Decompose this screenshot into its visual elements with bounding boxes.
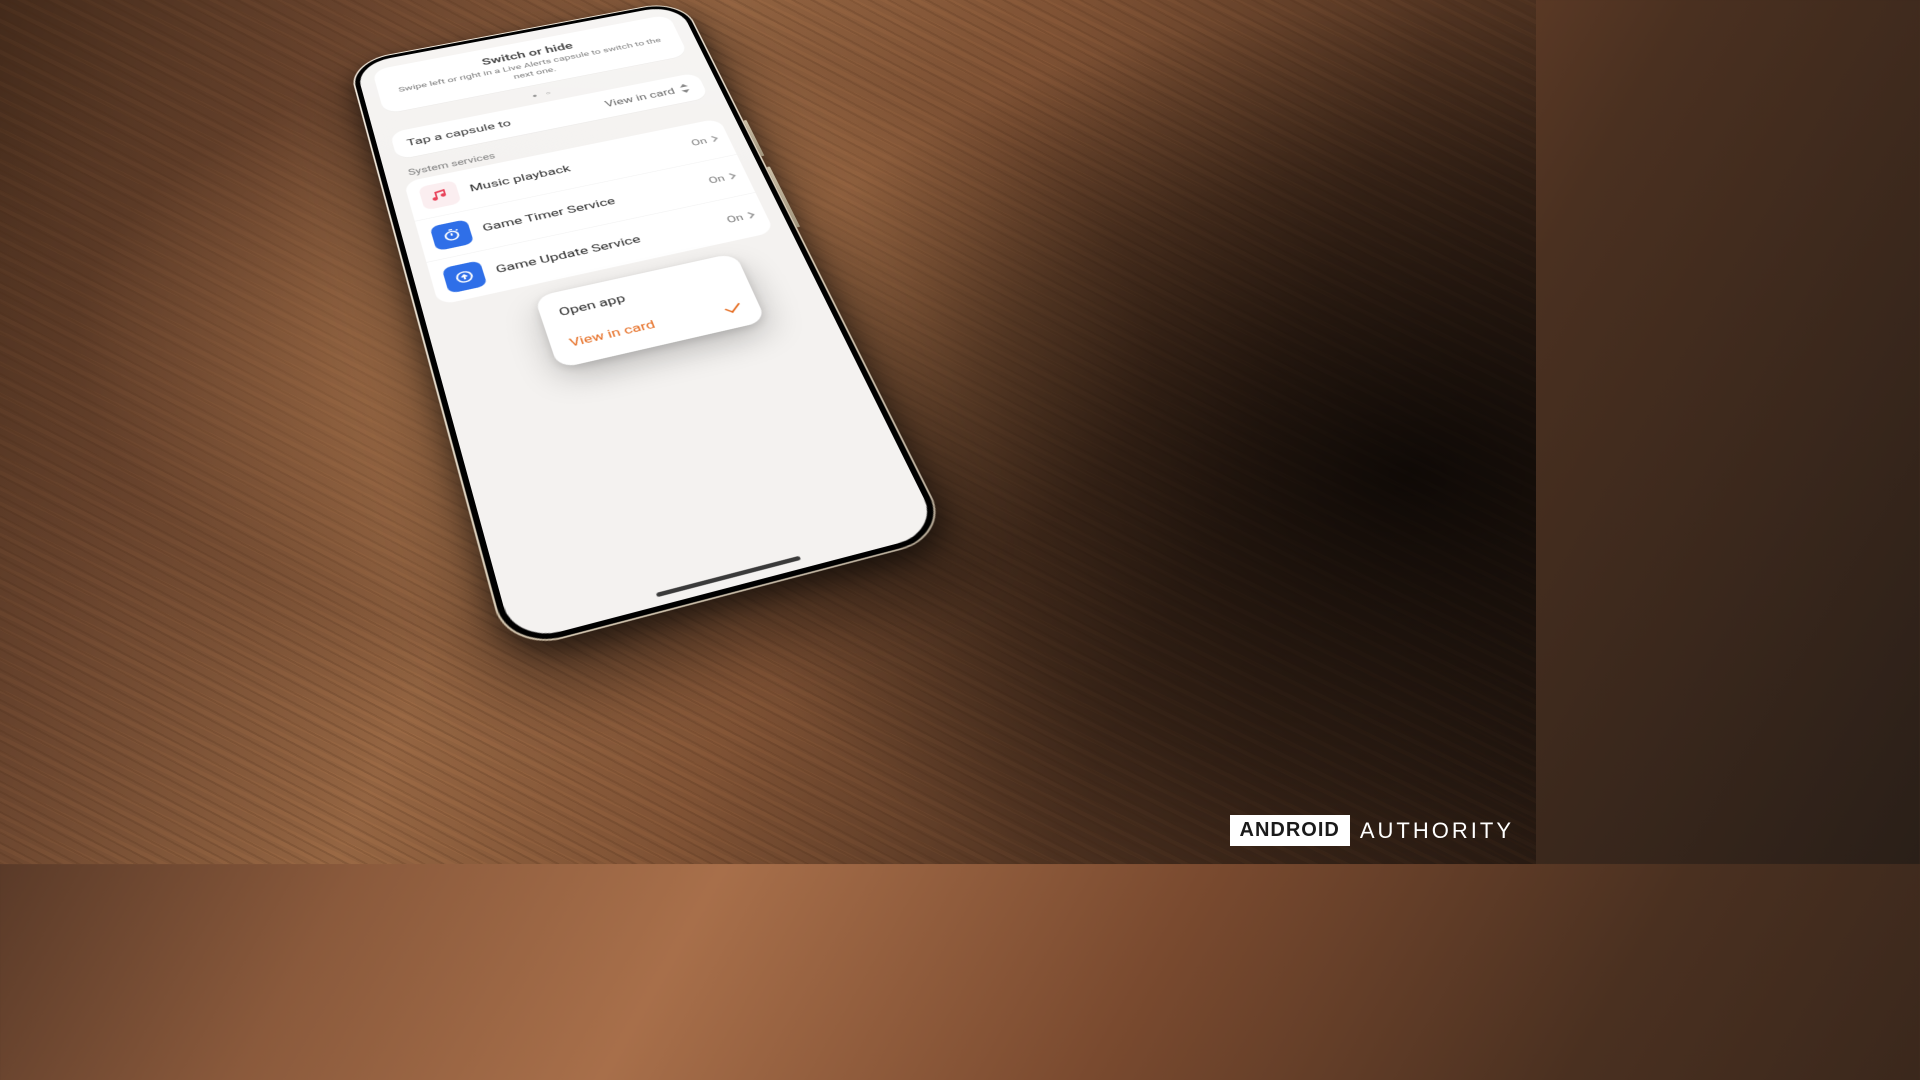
popup-option-label: Open app bbox=[557, 292, 627, 319]
phone-stage: Switch or hide Swipe left or right in a … bbox=[553, 0, 983, 892]
watermark-brand-light: AUTHORITY bbox=[1360, 818, 1514, 844]
watermark: ANDROID AUTHORITY bbox=[1230, 815, 1514, 846]
check-icon bbox=[725, 300, 740, 312]
watermark-brand: ANDROID bbox=[1230, 815, 1350, 846]
